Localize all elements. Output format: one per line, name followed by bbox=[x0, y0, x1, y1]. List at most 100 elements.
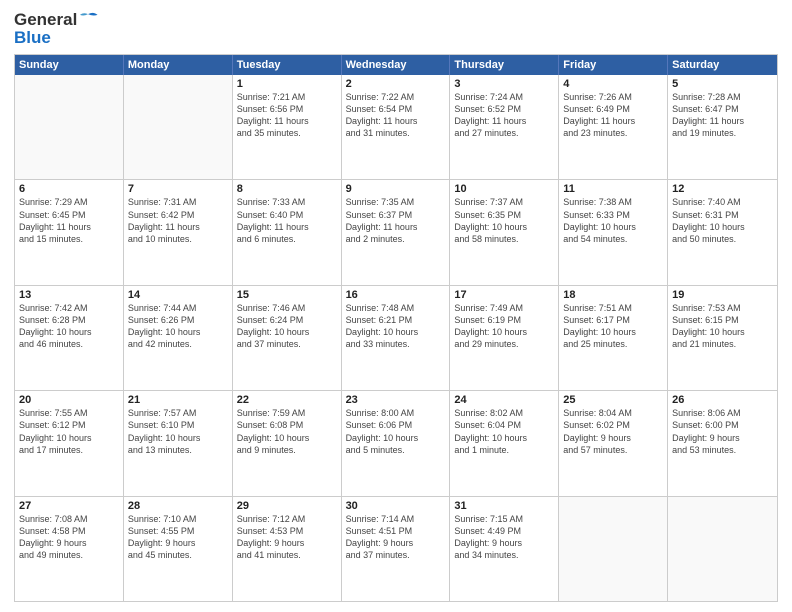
cal-cell-day-5: 5Sunrise: 7:28 AMSunset: 6:47 PMDaylight… bbox=[668, 75, 777, 179]
cell-info-line: Sunrise: 7:35 AM bbox=[346, 196, 446, 208]
cal-row-3: 20Sunrise: 7:55 AMSunset: 6:12 PMDayligh… bbox=[15, 390, 777, 495]
cell-info-line: Sunset: 6:12 PM bbox=[19, 419, 119, 431]
cell-info-line: Sunset: 6:31 PM bbox=[672, 209, 773, 221]
day-number: 12 bbox=[672, 183, 773, 195]
calendar: SundayMondayTuesdayWednesdayThursdayFrid… bbox=[14, 54, 778, 602]
cell-info-line: Sunrise: 8:00 AM bbox=[346, 407, 446, 419]
day-number: 29 bbox=[237, 500, 337, 512]
cell-info-line: Daylight: 10 hours bbox=[237, 432, 337, 444]
cell-info-line: Sunrise: 7:38 AM bbox=[563, 196, 663, 208]
cell-info-line: Daylight: 11 hours bbox=[346, 221, 446, 233]
cell-info-line: Sunrise: 7:12 AM bbox=[237, 513, 337, 525]
cal-header-friday: Friday bbox=[559, 55, 668, 75]
day-number: 2 bbox=[346, 78, 446, 90]
cell-info-line: Daylight: 9 hours bbox=[19, 537, 119, 549]
cell-info-line: Sunrise: 7:44 AM bbox=[128, 302, 228, 314]
cell-info-line: Sunrise: 8:04 AM bbox=[563, 407, 663, 419]
cell-info-line: and 17 minutes. bbox=[19, 444, 119, 456]
day-number: 14 bbox=[128, 289, 228, 301]
cell-info-line: Sunrise: 7:24 AM bbox=[454, 91, 554, 103]
cal-cell-empty bbox=[15, 75, 124, 179]
cal-row-4: 27Sunrise: 7:08 AMSunset: 4:58 PMDayligh… bbox=[15, 496, 777, 601]
cell-info-line: and 23 minutes. bbox=[563, 127, 663, 139]
day-number: 10 bbox=[454, 183, 554, 195]
cell-info-line: Sunrise: 7:22 AM bbox=[346, 91, 446, 103]
cell-info-line: Sunset: 6:56 PM bbox=[237, 103, 337, 115]
day-number: 15 bbox=[237, 289, 337, 301]
cell-info-line: Sunrise: 7:42 AM bbox=[19, 302, 119, 314]
day-number: 8 bbox=[237, 183, 337, 195]
cell-info-line: Sunrise: 7:31 AM bbox=[128, 196, 228, 208]
cell-info-line: Daylight: 10 hours bbox=[346, 432, 446, 444]
cell-info-line: Sunset: 6:08 PM bbox=[237, 419, 337, 431]
cell-info-line: Sunset: 6:47 PM bbox=[672, 103, 773, 115]
cal-cell-day-31: 31Sunrise: 7:15 AMSunset: 4:49 PMDayligh… bbox=[450, 497, 559, 601]
cell-info-line: and 25 minutes. bbox=[563, 338, 663, 350]
cell-info-line: Sunrise: 7:26 AM bbox=[563, 91, 663, 103]
cell-info-line: Daylight: 11 hours bbox=[19, 221, 119, 233]
cell-info-line: Sunrise: 7:33 AM bbox=[237, 196, 337, 208]
cell-info-line: Daylight: 10 hours bbox=[454, 326, 554, 338]
cal-row-2: 13Sunrise: 7:42 AMSunset: 6:28 PMDayligh… bbox=[15, 285, 777, 390]
cal-cell-day-26: 26Sunrise: 8:06 AMSunset: 6:00 PMDayligh… bbox=[668, 391, 777, 495]
day-number: 17 bbox=[454, 289, 554, 301]
cell-info-line: Daylight: 11 hours bbox=[237, 115, 337, 127]
cell-info-line: and 5 minutes. bbox=[346, 444, 446, 456]
day-number: 6 bbox=[19, 183, 119, 195]
cell-info-line: Sunset: 6:33 PM bbox=[563, 209, 663, 221]
cell-info-line: Daylight: 11 hours bbox=[128, 221, 228, 233]
cell-info-line: Sunset: 4:55 PM bbox=[128, 525, 228, 537]
cell-info-line: Daylight: 11 hours bbox=[346, 115, 446, 127]
cell-info-line: Daylight: 11 hours bbox=[454, 115, 554, 127]
cell-info-line: Sunset: 6:00 PM bbox=[672, 419, 773, 431]
cell-info-line: Daylight: 9 hours bbox=[346, 537, 446, 549]
cell-info-line: Daylight: 9 hours bbox=[563, 432, 663, 444]
cal-cell-day-8: 8Sunrise: 7:33 AMSunset: 6:40 PMDaylight… bbox=[233, 180, 342, 284]
cell-info-line: Sunrise: 7:28 AM bbox=[672, 91, 773, 103]
cell-info-line: Daylight: 10 hours bbox=[19, 432, 119, 444]
cell-info-line: Sunrise: 7:10 AM bbox=[128, 513, 228, 525]
cell-info-line: and 58 minutes. bbox=[454, 233, 554, 245]
cell-info-line: Sunset: 6:37 PM bbox=[346, 209, 446, 221]
cell-info-line: Sunset: 6:42 PM bbox=[128, 209, 228, 221]
cell-info-line: Sunrise: 7:55 AM bbox=[19, 407, 119, 419]
cell-info-line: Sunrise: 7:29 AM bbox=[19, 196, 119, 208]
day-number: 18 bbox=[563, 289, 663, 301]
cal-cell-day-10: 10Sunrise: 7:37 AMSunset: 6:35 PMDayligh… bbox=[450, 180, 559, 284]
cal-cell-day-20: 20Sunrise: 7:55 AMSunset: 6:12 PMDayligh… bbox=[15, 391, 124, 495]
cell-info-line: and 29 minutes. bbox=[454, 338, 554, 350]
cell-info-line: and 45 minutes. bbox=[128, 549, 228, 561]
cell-info-line: Daylight: 10 hours bbox=[128, 326, 228, 338]
day-number: 13 bbox=[19, 289, 119, 301]
cell-info-line: Sunset: 6:19 PM bbox=[454, 314, 554, 326]
logo-general-text: General bbox=[14, 10, 77, 30]
cal-cell-day-9: 9Sunrise: 7:35 AMSunset: 6:37 PMDaylight… bbox=[342, 180, 451, 284]
cell-info-line: Sunrise: 7:53 AM bbox=[672, 302, 773, 314]
cell-info-line: Daylight: 10 hours bbox=[237, 326, 337, 338]
cal-cell-day-3: 3Sunrise: 7:24 AMSunset: 6:52 PMDaylight… bbox=[450, 75, 559, 179]
cell-info-line: Sunset: 6:52 PM bbox=[454, 103, 554, 115]
cell-info-line: Daylight: 10 hours bbox=[454, 221, 554, 233]
logo-bird-icon bbox=[77, 11, 99, 29]
cal-header-monday: Monday bbox=[124, 55, 233, 75]
cell-info-line: Daylight: 10 hours bbox=[19, 326, 119, 338]
header: General Blue bbox=[14, 10, 778, 48]
cal-cell-day-13: 13Sunrise: 7:42 AMSunset: 6:28 PMDayligh… bbox=[15, 286, 124, 390]
cal-cell-day-21: 21Sunrise: 7:57 AMSunset: 6:10 PMDayligh… bbox=[124, 391, 233, 495]
cell-info-line: Sunset: 4:58 PM bbox=[19, 525, 119, 537]
cal-cell-day-11: 11Sunrise: 7:38 AMSunset: 6:33 PMDayligh… bbox=[559, 180, 668, 284]
cell-info-line: Sunrise: 7:08 AM bbox=[19, 513, 119, 525]
day-number: 28 bbox=[128, 500, 228, 512]
cell-info-line: and 2 minutes. bbox=[346, 233, 446, 245]
cell-info-line: and 53 minutes. bbox=[672, 444, 773, 456]
cell-info-line: and 31 minutes. bbox=[346, 127, 446, 139]
day-number: 21 bbox=[128, 394, 228, 406]
cal-cell-day-12: 12Sunrise: 7:40 AMSunset: 6:31 PMDayligh… bbox=[668, 180, 777, 284]
cell-info-line: Daylight: 10 hours bbox=[672, 326, 773, 338]
cell-info-line: Daylight: 9 hours bbox=[672, 432, 773, 444]
cell-info-line: Sunset: 6:49 PM bbox=[563, 103, 663, 115]
cal-cell-day-28: 28Sunrise: 7:10 AMSunset: 4:55 PMDayligh… bbox=[124, 497, 233, 601]
cell-info-line: Sunset: 6:28 PM bbox=[19, 314, 119, 326]
cell-info-line: Sunset: 6:04 PM bbox=[454, 419, 554, 431]
cell-info-line: Sunset: 6:40 PM bbox=[237, 209, 337, 221]
